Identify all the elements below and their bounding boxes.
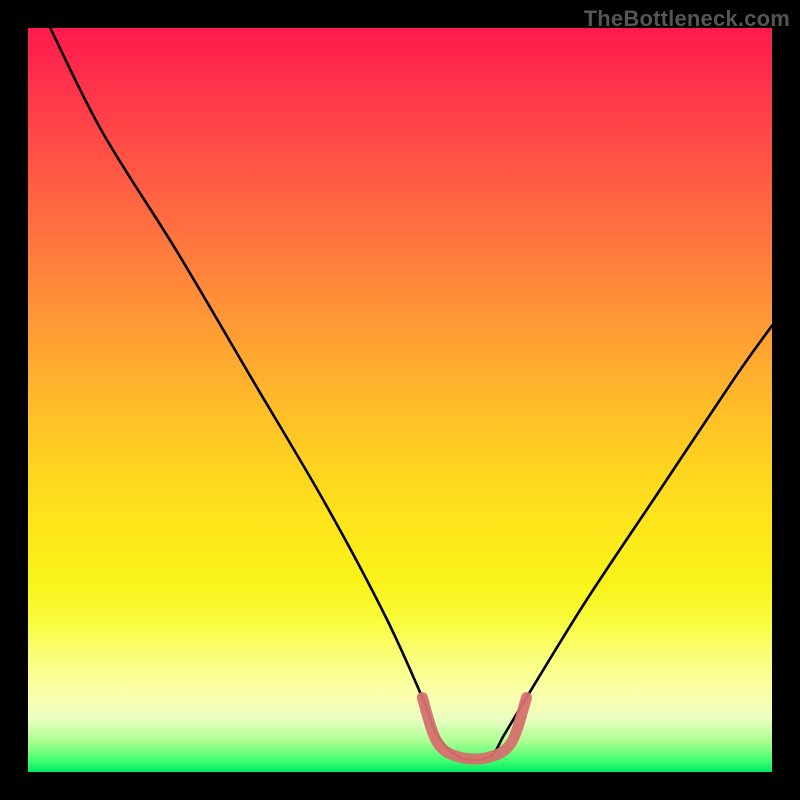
watermark: TheBottleneck.com bbox=[584, 6, 790, 32]
bottleneck-curve bbox=[50, 28, 772, 760]
plot-area bbox=[28, 28, 772, 772]
trough-band bbox=[422, 698, 526, 759]
bottleneck-curve-svg bbox=[28, 28, 772, 772]
